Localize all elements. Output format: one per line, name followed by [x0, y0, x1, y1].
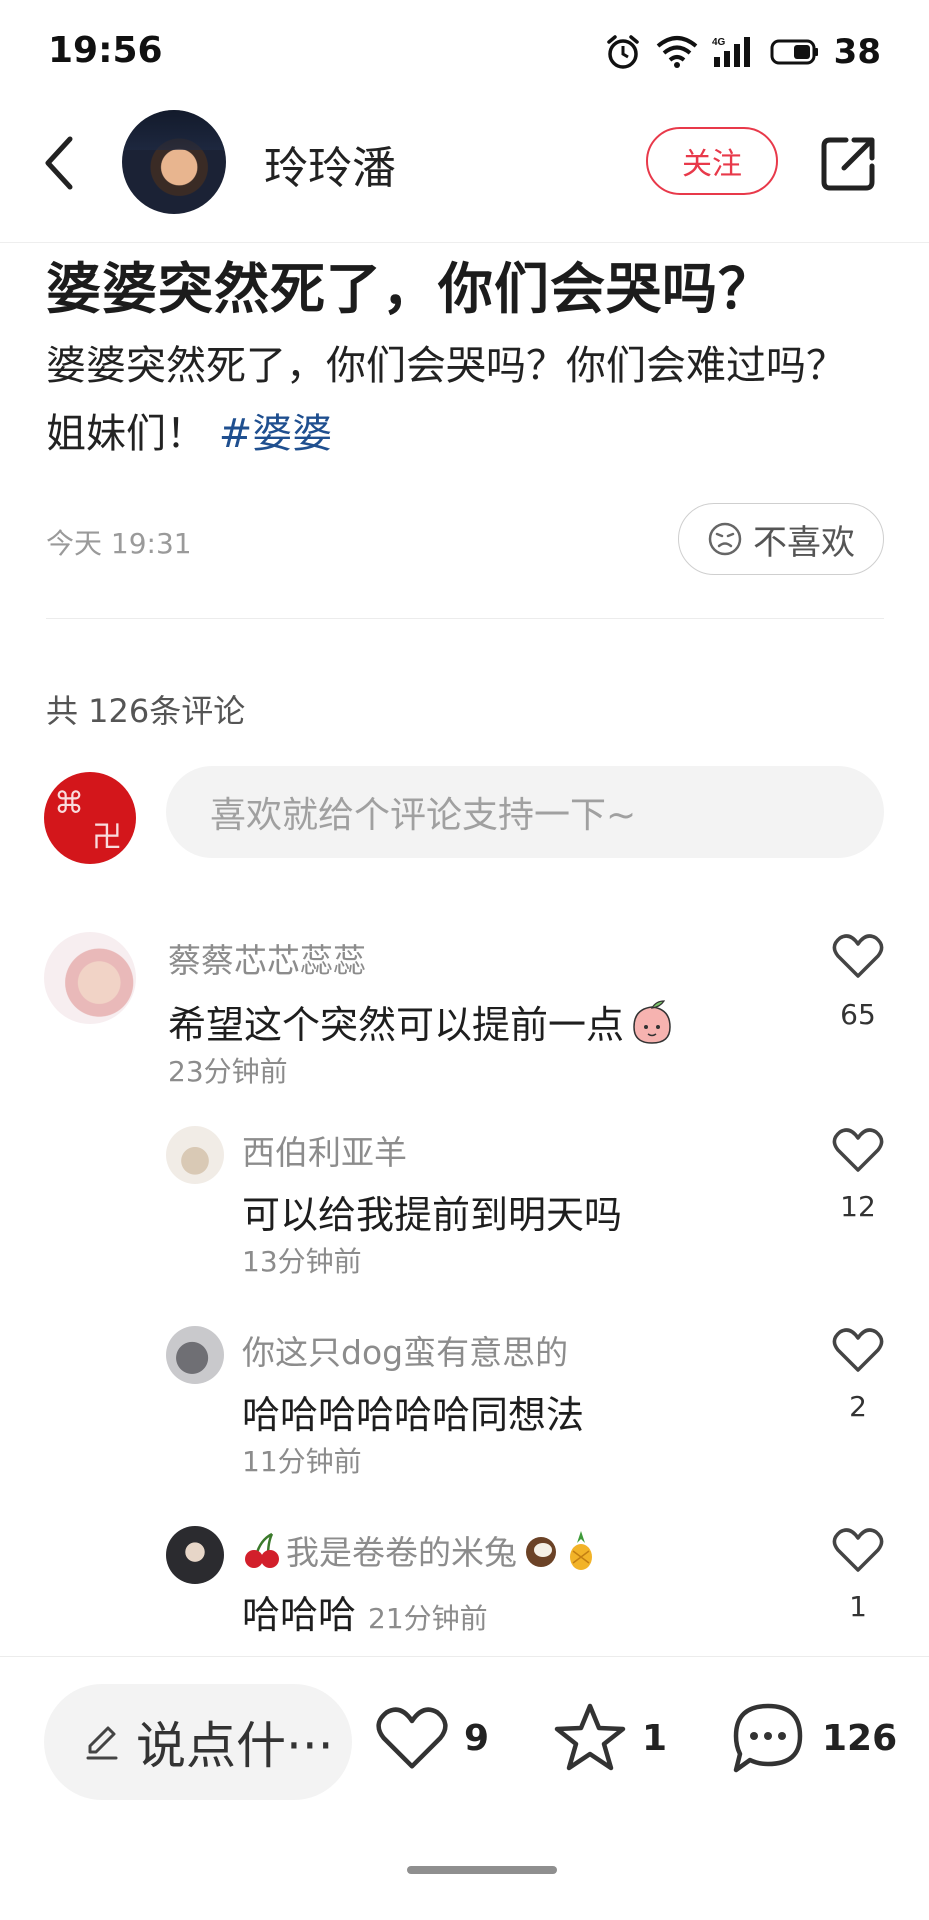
- hashtag-link[interactable]: #婆婆: [219, 411, 333, 457]
- reply-avatar[interactable]: [166, 1326, 224, 1384]
- heart-icon[interactable]: [832, 1526, 884, 1574]
- battery-level: 38: [833, 32, 881, 72]
- battery-icon: [770, 39, 818, 65]
- chat-bubble-icon: [733, 1703, 803, 1773]
- alarm-icon: [606, 35, 639, 69]
- favorite-button[interactable]: 1: [552, 1702, 667, 1774]
- wifi-icon: [656, 36, 697, 68]
- comment-time: 11分钟前: [242, 1445, 362, 1478]
- pencil-icon: [86, 1726, 118, 1760]
- post-body-text: 婆婆突然死了，你们会哭吗？你们会难过吗？姐妹们！: [46, 343, 846, 457]
- comment-username-row[interactable]: 我是卷卷的米兔: [242, 1526, 597, 1574]
- status-bar: 19:56 4G 38: [0, 0, 929, 100]
- comment-text-content: 希望这个突然可以提前一点: [168, 1003, 625, 1047]
- reply-avatar[interactable]: [166, 1126, 224, 1184]
- comment-text: 哈哈哈哈哈哈同想法: [242, 1393, 585, 1437]
- bottom-bar-divider: [0, 1656, 929, 1657]
- comment-username: 我是卷卷的米兔: [286, 1533, 517, 1572]
- my-avatar: ⌘ 卍: [44, 772, 136, 864]
- dislike-label: 不喜欢: [753, 522, 855, 563]
- unhappy-face-icon: [708, 522, 742, 556]
- comment-compose-button[interactable]: 说点什···: [44, 1684, 352, 1800]
- cellular-signal-icon: 4G: [712, 37, 750, 67]
- cherry-emoji-icon: [245, 1532, 279, 1568]
- peach-face-emoji-icon: [633, 999, 671, 1044]
- post-time: 今天 19:31: [46, 527, 192, 560]
- star-icon: [554, 1703, 626, 1771]
- post-body: 婆婆突然死了，你们会哭吗？你们会难过吗？姐妹们！ #婆婆: [46, 332, 876, 468]
- heart-icon[interactable]: [832, 932, 884, 980]
- like-count: 12: [840, 1190, 876, 1223]
- back-arrow-icon[interactable]: [40, 133, 80, 193]
- comment-text: 希望这个突然可以提前一点: [168, 994, 674, 1049]
- comment-count: 共 126条评论: [46, 692, 246, 730]
- seal-mark: 卍: [92, 820, 122, 855]
- author-name[interactable]: 玲玲潘: [264, 132, 396, 196]
- home-indicator[interactable]: [407, 1866, 557, 1874]
- comment-time: 21分钟前: [368, 1602, 488, 1635]
- like-count: 2: [849, 1390, 867, 1423]
- post-like-count: 9: [464, 1717, 490, 1759]
- post-title: 婆婆突然死了，你们会哭吗？: [46, 257, 775, 321]
- author-avatar[interactable]: [122, 110, 226, 214]
- post-favorite-count: 1: [642, 1717, 668, 1759]
- like-post-button[interactable]: 9: [374, 1704, 489, 1772]
- svg-text:4G: 4G: [712, 37, 726, 48]
- heart-icon: [376, 1707, 448, 1769]
- dislike-button[interactable]: 不喜欢: [678, 503, 884, 575]
- status-time: 19:56: [48, 30, 163, 71]
- comment-body-row: 哈哈哈 21分钟前: [242, 1584, 488, 1639]
- comments-button[interactable]: 126: [728, 1700, 897, 1776]
- section-divider: [46, 618, 884, 619]
- comment-text: 可以给我提前到明天吗: [242, 1193, 623, 1237]
- heart-icon[interactable]: [832, 1126, 884, 1174]
- coconut-emoji-icon: [526, 1537, 556, 1567]
- share-icon[interactable]: [820, 134, 878, 192]
- like-count: 1: [849, 1590, 867, 1623]
- comment-username[interactable]: 蔡蔡芯芯蕊蕊: [168, 934, 366, 982]
- pineapple-emoji-icon: [570, 1531, 592, 1570]
- comment-time: 13分钟前: [242, 1245, 362, 1278]
- comment-text: 哈哈哈: [242, 1593, 357, 1637]
- comment-input-placeholder: 喜欢就给个评论支持一下~: [210, 795, 637, 836]
- post-comment-count: 126: [822, 1717, 898, 1759]
- heart-icon[interactable]: [832, 1326, 884, 1374]
- comment-avatar[interactable]: [44, 932, 136, 1024]
- comment-compose-label: 说点什···: [136, 1717, 334, 1775]
- seal-mark: ⌘: [54, 786, 84, 821]
- reply-avatar[interactable]: [166, 1526, 224, 1584]
- status-icons: 4G 38: [604, 30, 881, 74]
- comment-username[interactable]: 西伯利亚羊: [242, 1126, 407, 1174]
- comment-username[interactable]: 你这只dog蛮有意思的: [242, 1326, 568, 1374]
- like-count: 65: [840, 998, 876, 1031]
- follow-button[interactable]: 关注: [646, 127, 778, 195]
- comment-time: 23分钟前: [168, 1055, 288, 1088]
